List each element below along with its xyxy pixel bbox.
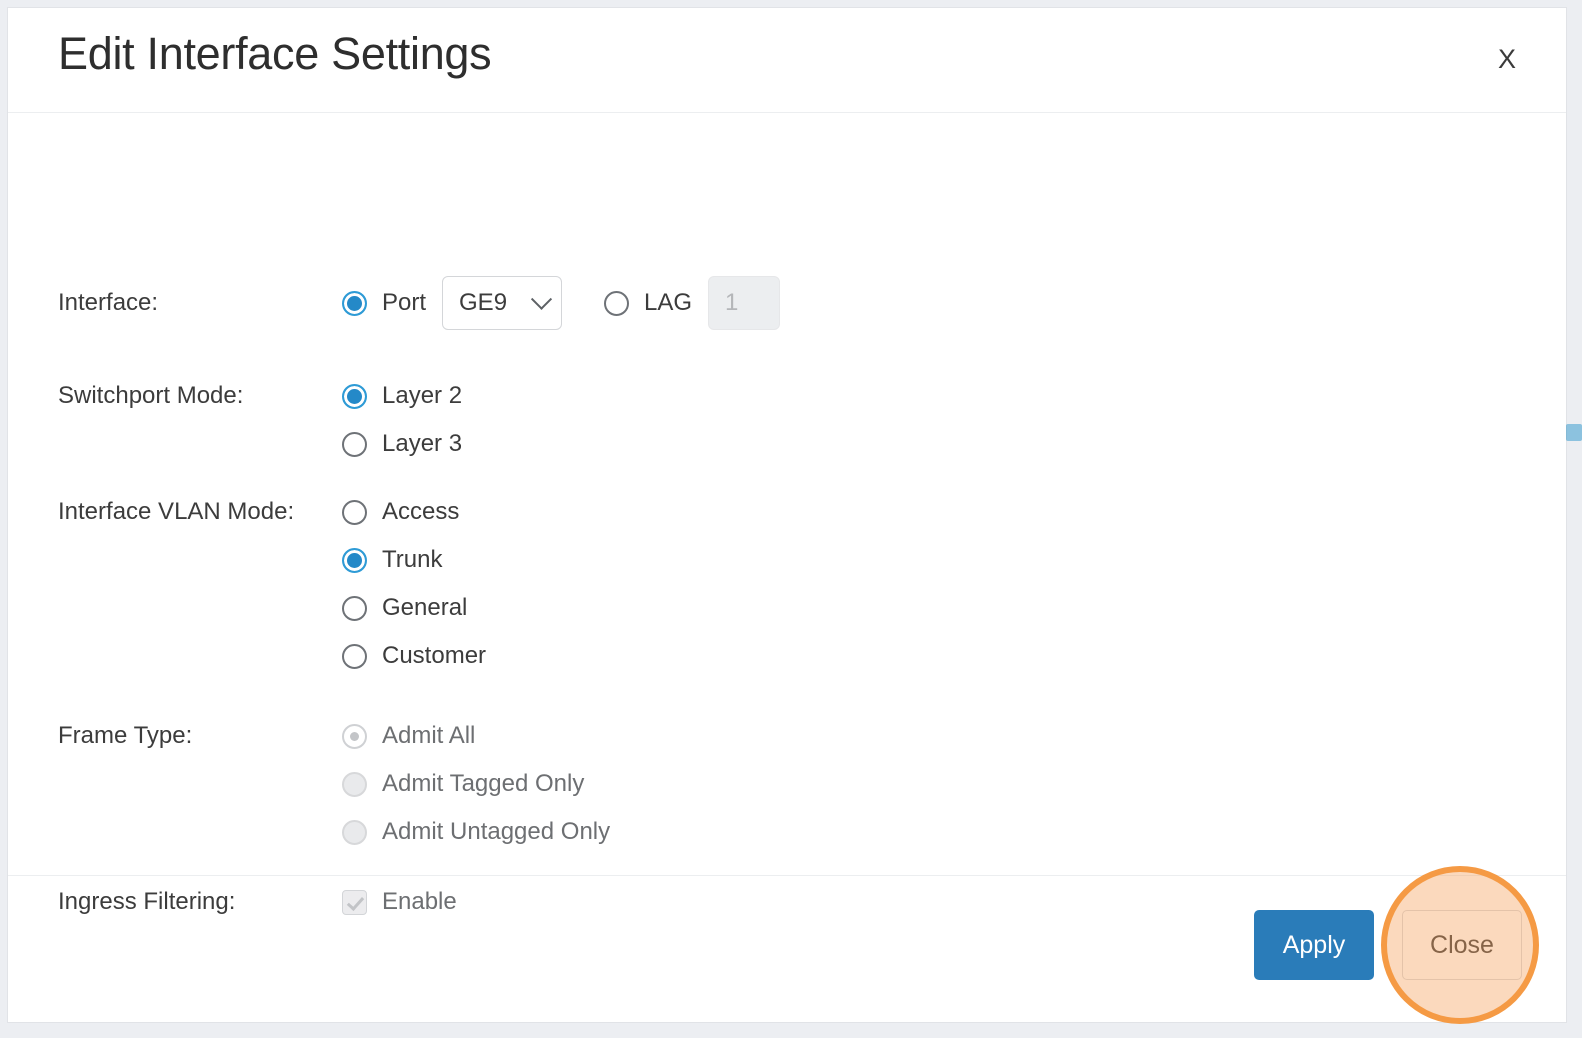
frame-type-options: Admit All Admit Tagged Only Admit Untagg… xyxy=(342,712,610,856)
radio-admit-tagged-only-label: Admit Tagged Only xyxy=(382,770,585,797)
option-admit-all: Admit All xyxy=(342,712,610,760)
radio-port[interactable] xyxy=(342,290,367,316)
radio-general[interactable] xyxy=(342,595,367,621)
option-layer-3[interactable]: Layer 3 xyxy=(342,420,462,468)
radio-admit-untagged-only-label: Admit Untagged Only xyxy=(382,818,611,845)
option-trunk[interactable]: Trunk xyxy=(342,536,486,584)
lag-control-group: LAG 1 xyxy=(604,276,781,330)
option-admit-tagged-only: Admit Tagged Only xyxy=(342,760,610,808)
port-select-value: GE9 xyxy=(459,289,508,316)
radio-lag[interactable] xyxy=(604,290,630,316)
radio-trunk-label: Trunk xyxy=(382,546,443,573)
radio-layer-2-label: Layer 2 xyxy=(382,382,463,409)
dialog-body: Interface: Port GE9 LAG 1 Switchport Mod… xyxy=(8,113,1566,915)
radio-layer-3[interactable] xyxy=(342,431,367,457)
radio-trunk[interactable] xyxy=(342,547,367,573)
edit-interface-settings-dialog: Edit Interface Settings X Interface: Por… xyxy=(8,8,1566,1022)
dialog-footer: Apply Close xyxy=(8,876,1566,1021)
switchport-mode-options: Layer 2 Layer 3 xyxy=(342,372,462,468)
radio-admit-all-label: Admit All xyxy=(382,722,476,749)
interface-label: Interface: xyxy=(58,289,159,316)
dialog-header: Edit Interface Settings X xyxy=(8,8,1566,113)
radio-customer[interactable] xyxy=(342,643,367,669)
dialog-title: Edit Interface Settings xyxy=(58,28,492,79)
dialog-footer-buttons: Apply Close xyxy=(1254,910,1522,980)
option-customer[interactable]: Customer xyxy=(342,632,486,680)
chevron-down-icon xyxy=(530,288,553,310)
radio-admit-tagged-only xyxy=(342,771,367,797)
interface-vlan-mode-label: Interface VLAN Mode: xyxy=(58,498,295,525)
option-general[interactable]: General xyxy=(342,584,486,632)
radio-customer-label: Customer xyxy=(382,642,487,669)
option-layer-2[interactable]: Layer 2 xyxy=(342,372,462,420)
lag-input: 1 xyxy=(708,276,781,330)
radio-general-label: General xyxy=(382,594,468,621)
radio-admit-all xyxy=(342,723,367,749)
apply-button[interactable]: Apply xyxy=(1254,910,1374,980)
radio-admit-untagged-only xyxy=(342,819,367,845)
radio-layer-3-label: Layer 3 xyxy=(382,430,463,457)
close-button[interactable]: Close xyxy=(1402,910,1522,980)
lag-input-value: 1 xyxy=(725,289,739,316)
port-select[interactable]: GE9 xyxy=(442,276,563,330)
radio-access[interactable] xyxy=(342,499,367,525)
frame-type-label: Frame Type: xyxy=(58,722,193,749)
interface-vlan-mode-options: Access Trunk General Customer xyxy=(342,488,486,680)
background-accent-marker xyxy=(1566,424,1582,441)
close-x-icon[interactable]: X xyxy=(1490,42,1524,77)
option-access[interactable]: Access xyxy=(342,488,486,536)
radio-lag-label: LAG xyxy=(644,289,693,316)
option-admit-untagged-only: Admit Untagged Only xyxy=(342,808,610,856)
radio-layer-2[interactable] xyxy=(342,383,367,409)
radio-access-label: Access xyxy=(382,498,460,525)
radio-port-label: Port xyxy=(382,289,427,316)
switchport-mode-label: Switchport Mode: xyxy=(58,382,244,409)
interface-controls: Port GE9 LAG 1 xyxy=(342,276,781,330)
